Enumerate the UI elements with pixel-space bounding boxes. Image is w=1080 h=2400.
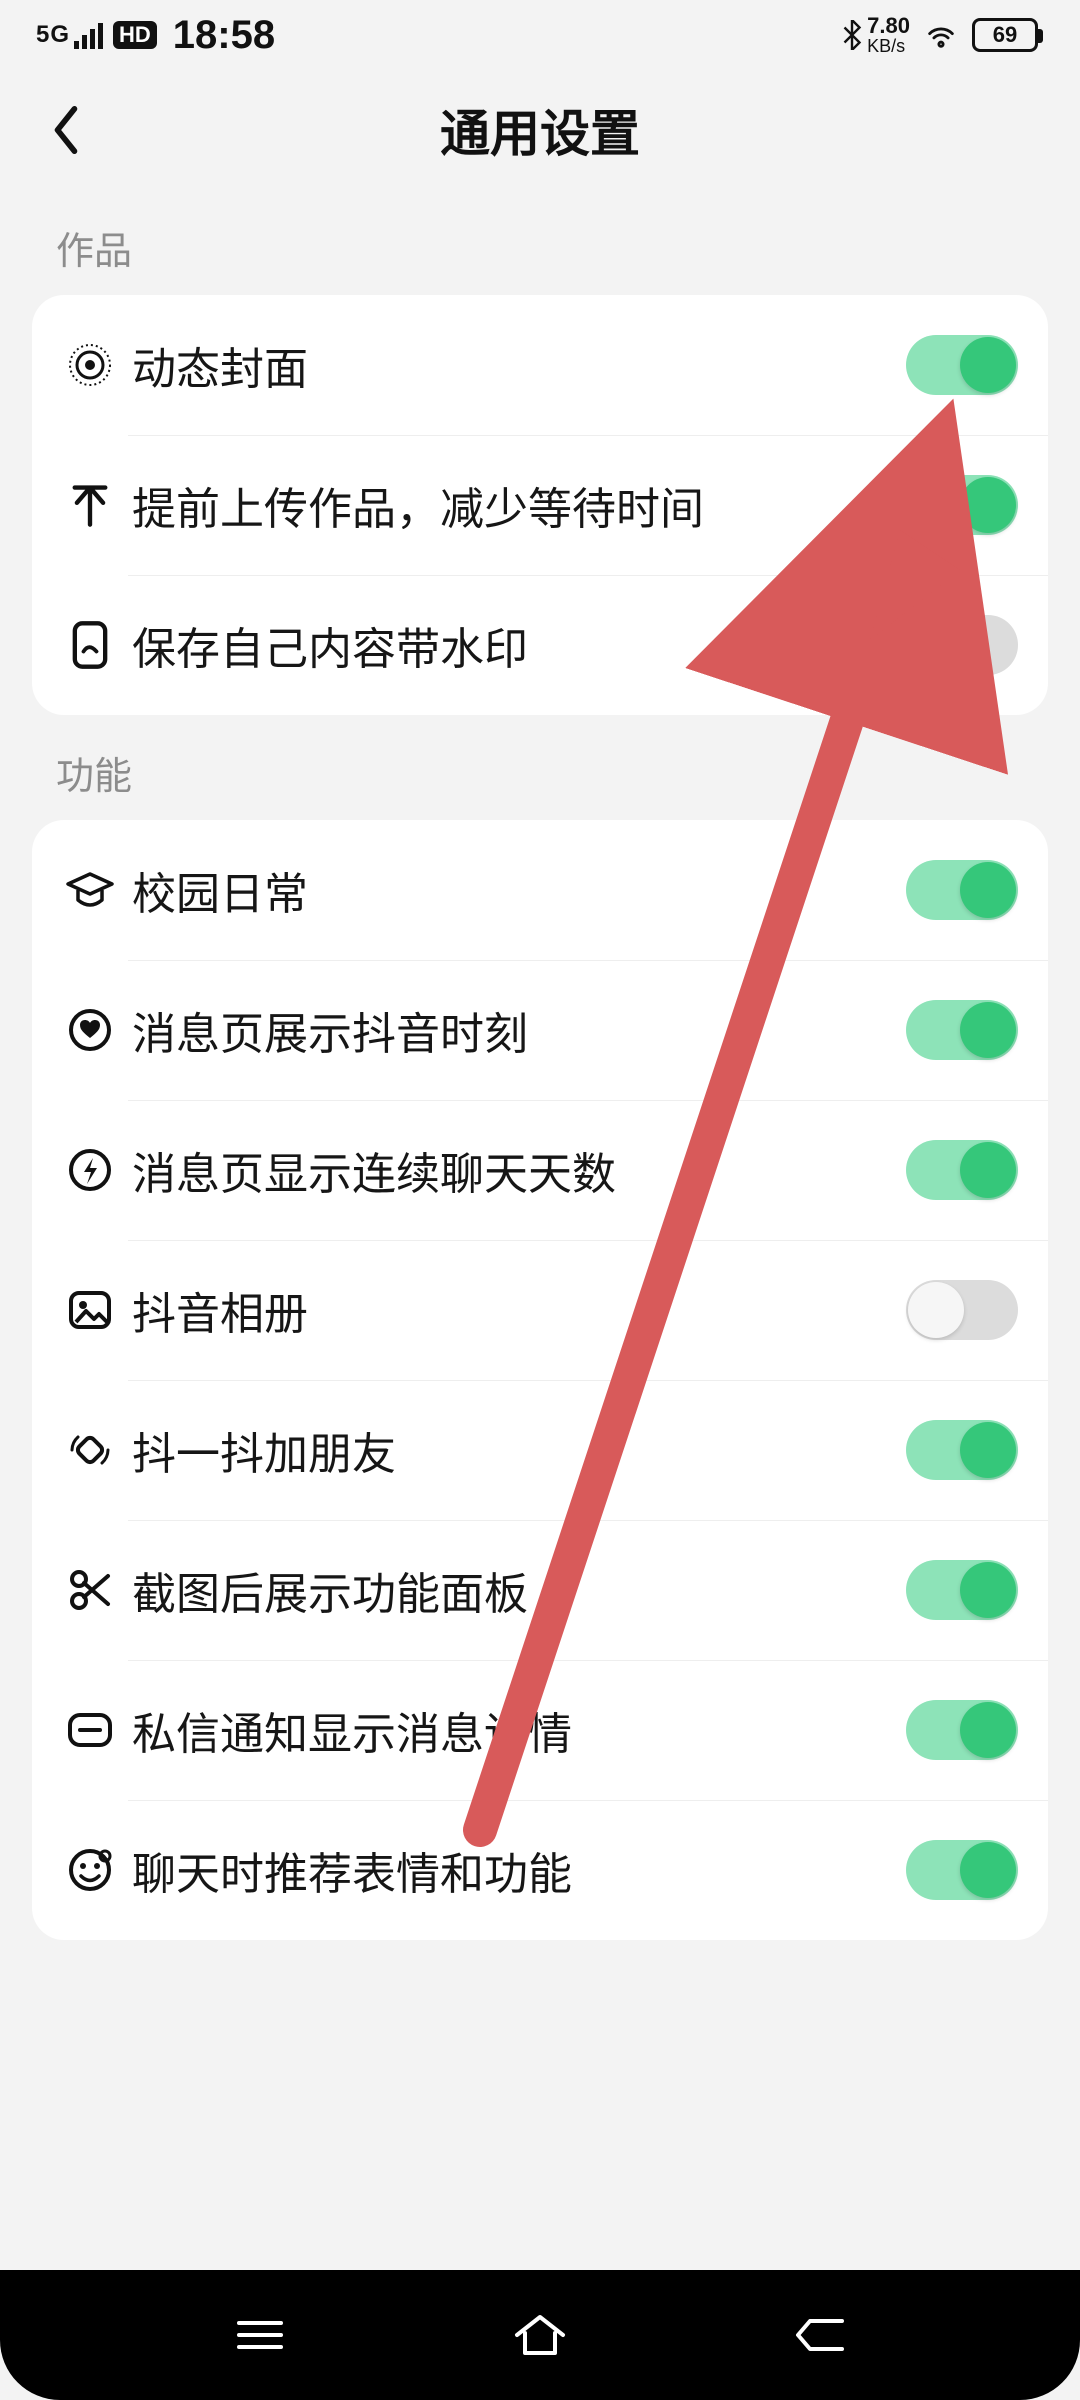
row-shake-friend[interactable]: 抖一抖加朋友 bbox=[32, 1380, 1048, 1520]
row-label: 保存自己内容带水印 bbox=[124, 613, 906, 677]
upload-arrow-icon bbox=[56, 481, 124, 529]
section-label-works: 作品 bbox=[32, 190, 1048, 295]
android-nav-bar bbox=[0, 2270, 1080, 2400]
status-clock: 18:58 bbox=[173, 13, 275, 58]
row-label: 消息页显示连续聊天天数 bbox=[124, 1138, 906, 1202]
row-campus[interactable]: 校园日常 bbox=[32, 820, 1048, 960]
toggle-dynamic-cover[interactable] bbox=[906, 335, 1018, 395]
bluetooth-rate: 7.80 KB/s bbox=[841, 15, 910, 55]
toggle-emoji-suggest[interactable] bbox=[906, 1840, 1018, 1900]
row-label: 截图后展示功能面板 bbox=[124, 1558, 906, 1622]
settings-content: 作品 动态封面 提前上传作品，减少等待时间 保存自己内容带水印 功能 bbox=[0, 190, 1080, 2270]
toggle-screenshot-panel[interactable] bbox=[906, 1560, 1018, 1620]
row-douyin-moments[interactable]: 消息页展示抖音时刻 bbox=[32, 960, 1048, 1100]
card-functions: 校园日常 消息页展示抖音时刻 消息页显示连续聊天天数 抖音相册 bbox=[32, 820, 1048, 1940]
row-preupload[interactable]: 提前上传作品，减少等待时间 bbox=[32, 435, 1048, 575]
back-button[interactable] bbox=[36, 100, 96, 160]
nav-back-button[interactable] bbox=[780, 2295, 860, 2375]
status-bar: 5G HD 18:58 7.80 KB/s 69 bbox=[0, 0, 1080, 70]
emoji-icon bbox=[56, 1846, 124, 1894]
recent-icon bbox=[233, 2315, 287, 2355]
battery-indicator: 69 bbox=[972, 18, 1038, 52]
status-left: 5G HD 18:58 bbox=[36, 13, 275, 58]
toggle-watermark[interactable] bbox=[906, 615, 1018, 675]
target-icon bbox=[56, 341, 124, 389]
toggle-douyin-moments[interactable] bbox=[906, 1000, 1018, 1060]
toggle-douyin-album[interactable] bbox=[906, 1280, 1018, 1340]
row-emoji-suggest[interactable]: 聊天时推荐表情和功能 bbox=[32, 1800, 1048, 1940]
app-header: 通用设置 bbox=[0, 70, 1080, 190]
toggle-shake-friend[interactable] bbox=[906, 1420, 1018, 1480]
scissors-icon bbox=[56, 1566, 124, 1614]
back-nav-icon bbox=[792, 2313, 848, 2357]
row-dm-detail[interactable]: 私信通知显示消息详情 bbox=[32, 1660, 1048, 1800]
photo-save-icon bbox=[56, 619, 124, 671]
row-label: 私信通知显示消息详情 bbox=[124, 1698, 906, 1762]
signal-bars-icon bbox=[74, 23, 103, 49]
row-label: 消息页展示抖音时刻 bbox=[124, 998, 906, 1062]
heart-circle-icon bbox=[56, 1006, 124, 1054]
toggle-campus[interactable] bbox=[906, 860, 1018, 920]
wifi-icon bbox=[924, 22, 958, 48]
card-works: 动态封面 提前上传作品，减少等待时间 保存自己内容带水印 bbox=[32, 295, 1048, 715]
section-label-functions: 功能 bbox=[32, 715, 1048, 820]
toggle-chat-streak[interactable] bbox=[906, 1140, 1018, 1200]
nav-recent-button[interactable] bbox=[220, 2295, 300, 2375]
row-label: 聊天时推荐表情和功能 bbox=[124, 1838, 906, 1902]
network-indicator: 5G bbox=[36, 21, 103, 49]
graduation-cap-icon bbox=[56, 868, 124, 912]
page-title: 通用设置 bbox=[440, 94, 640, 166]
toggle-dm-detail[interactable] bbox=[906, 1700, 1018, 1760]
chevron-left-icon bbox=[51, 106, 81, 154]
rotate-icon bbox=[56, 1426, 124, 1474]
row-screenshot-panel[interactable]: 截图后展示功能面板 bbox=[32, 1520, 1048, 1660]
row-douyin-album[interactable]: 抖音相册 bbox=[32, 1240, 1048, 1380]
row-label: 提前上传作品，减少等待时间 bbox=[124, 473, 906, 537]
row-label: 动态封面 bbox=[124, 333, 906, 397]
toggle-preupload[interactable] bbox=[906, 475, 1018, 535]
bluetooth-icon bbox=[841, 20, 863, 50]
image-icon bbox=[56, 1288, 124, 1332]
row-watermark[interactable]: 保存自己内容带水印 bbox=[32, 575, 1048, 715]
row-chat-streak[interactable]: 消息页显示连续聊天天数 bbox=[32, 1100, 1048, 1240]
nav-home-button[interactable] bbox=[500, 2295, 580, 2375]
bolt-circle-icon bbox=[56, 1146, 124, 1194]
message-detail-icon bbox=[56, 1709, 124, 1751]
row-dynamic-cover[interactable]: 动态封面 bbox=[32, 295, 1048, 435]
row-label: 校园日常 bbox=[124, 858, 906, 922]
row-label: 抖音相册 bbox=[124, 1278, 906, 1342]
hd-badge: HD bbox=[113, 21, 157, 49]
status-right: 7.80 KB/s 69 bbox=[841, 15, 1038, 55]
home-icon bbox=[511, 2311, 569, 2359]
row-label: 抖一抖加朋友 bbox=[124, 1418, 906, 1482]
